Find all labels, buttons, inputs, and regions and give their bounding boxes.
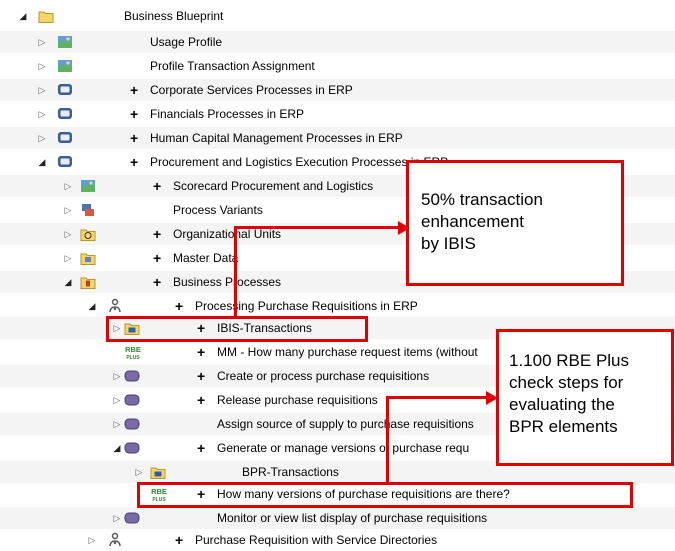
tree-row[interactable]: ▷ Profile Transaction Assignment <box>0 55 675 77</box>
tree-row-label: Scorecard Procurement and Logistics <box>173 179 374 193</box>
tree-row-label: Release purchase requisitions <box>217 393 378 407</box>
expand-arrow-icon[interactable]: ▷ <box>112 418 122 430</box>
svg-text:RBE: RBE <box>125 345 141 354</box>
folder-icon <box>38 8 54 24</box>
variants-icon <box>80 202 96 218</box>
plus-marker-icon: + <box>197 440 206 456</box>
tree-row-label: Procurement and Logistics Execution Proc… <box>150 155 449 169</box>
ibis-transactions-highlight <box>106 316 368 342</box>
plus-marker-icon: + <box>153 274 162 290</box>
tree-row-label: Process Variants <box>173 203 263 217</box>
tree-row-label: Assign source of supply to purchase requ… <box>217 417 474 431</box>
process-icon <box>107 298 123 314</box>
tree-row[interactable]: ▷ + Financials Processes in ERP <box>0 103 675 125</box>
svg-text:PLUS: PLUS <box>126 355 140 360</box>
expand-arrow-icon[interactable]: ▷ <box>37 132 47 144</box>
step-icon <box>124 510 140 526</box>
tree-row[interactable]: ▷ + Corporate Services Processes in ERP <box>0 79 675 101</box>
expand-arrow-icon[interactable]: ▷ <box>112 394 122 406</box>
tree-row[interactable]: ◢ Business Blueprint <box>0 5 675 27</box>
process-icon <box>107 532 123 548</box>
tree-row-label: Business Blueprint <box>124 9 224 23</box>
tree-row[interactable]: ◢ + Processing Purchase Requisitions in ER… <box>0 295 675 317</box>
tree-row-label: Generate or manage versions of purchase … <box>217 441 470 455</box>
expand-arrow-icon[interactable]: ▷ <box>63 252 73 264</box>
collapse-arrow-icon[interactable]: ◢ <box>63 276 73 288</box>
step-icon <box>124 368 140 384</box>
monitor-icon <box>57 106 73 122</box>
expand-arrow-icon[interactable]: ▷ <box>134 466 144 478</box>
expand-arrow-icon[interactable]: ▷ <box>112 512 122 524</box>
ibis-connector-horizontal <box>234 226 406 229</box>
tree-row-label: Corporate Services Processes in ERP <box>150 83 353 97</box>
ibis-connector-vertical <box>234 228 237 318</box>
plus-marker-icon: + <box>153 226 162 242</box>
tree-row-label: Profile Transaction Assignment <box>150 59 315 73</box>
expand-arrow-icon[interactable]: ▷ <box>63 228 73 240</box>
plus-marker-icon: + <box>175 298 184 314</box>
tree-row-label: Usage Profile <box>150 35 223 49</box>
rbe-plus-icon: RBE PLUS <box>124 344 141 361</box>
expand-arrow-icon[interactable]: ▷ <box>37 36 47 48</box>
collapse-arrow-icon[interactable]: ◢ <box>112 442 122 454</box>
step-icon <box>124 392 140 408</box>
tree-row-label: MM - How many purchase request items (wi… <box>217 345 478 359</box>
tree-row-label: Purchase Requisition with Service Direct… <box>195 533 438 547</box>
tree-row-label: Business Processes <box>173 275 282 289</box>
plus-marker-icon: + <box>197 344 206 360</box>
step-icon <box>124 416 140 432</box>
plus-marker-icon: + <box>130 130 139 146</box>
plus-marker-icon: + <box>197 392 206 408</box>
monitor-icon <box>57 154 73 170</box>
rbe-connector-vertical <box>386 398 389 484</box>
rbe-connector-horizontal <box>386 396 494 399</box>
org-units-icon <box>80 226 96 242</box>
step-icon <box>124 440 140 456</box>
expand-arrow-icon[interactable]: ▷ <box>112 370 122 382</box>
folder-transactions-icon <box>150 464 166 480</box>
plus-marker-icon: + <box>153 178 162 194</box>
expand-arrow-icon[interactable]: ▷ <box>63 180 73 192</box>
monitor-icon <box>57 82 73 98</box>
plus-marker-icon: + <box>175 532 184 548</box>
expand-arrow-icon[interactable]: ▷ <box>37 84 47 96</box>
collapse-arrow-icon[interactable]: ◢ <box>87 300 97 312</box>
map-icon <box>80 178 96 194</box>
monitor-icon <box>57 130 73 146</box>
expand-arrow-icon[interactable]: ▷ <box>37 108 47 120</box>
expand-arrow-icon[interactable]: ▷ <box>87 534 97 546</box>
tree-row-label: Processing Purchase Requisitions in ERP <box>195 299 418 313</box>
plus-marker-icon: + <box>197 368 206 384</box>
tree-row-label: Human Capital Management Processes in ER… <box>150 131 403 145</box>
rbe-callout: 1.100 RBE Plus check steps for evaluatin… <box>496 329 674 466</box>
tree-row-label: Financials Processes in ERP <box>150 107 305 121</box>
expand-arrow-icon[interactable]: ▷ <box>63 204 73 216</box>
tree-row[interactable]: ▷ + Purchase Requisition with Service Dire… <box>0 529 675 551</box>
business-processes-icon <box>80 274 96 290</box>
ibis-callout: 50% transaction enhancement by IBIS <box>406 160 624 286</box>
plus-marker-icon: + <box>130 154 139 170</box>
map-icon <box>57 58 73 74</box>
plus-marker-icon: + <box>153 250 162 266</box>
collapse-arrow-icon[interactable]: ◢ <box>18 10 28 22</box>
tree-row[interactable]: ▷ Usage Profile <box>0 31 675 53</box>
tree-row[interactable]: ▷ Monitor or view list display of purchas… <box>0 507 675 529</box>
map-icon <box>57 34 73 50</box>
expand-arrow-icon[interactable]: ▷ <box>37 60 47 72</box>
tree-row[interactable]: ▷ + Human Capital Management Processes in … <box>0 127 675 149</box>
master-data-icon <box>80 250 96 266</box>
collapse-arrow-icon[interactable]: ◢ <box>37 156 47 168</box>
tree-row-label: Monitor or view list display of purchase… <box>217 511 488 525</box>
tree-row-label: Master Data <box>173 251 239 265</box>
plus-marker-icon: + <box>130 82 139 98</box>
tree-row-label: BPR-Transactions <box>242 465 339 479</box>
tree-row-label: Create or process purchase requisitions <box>217 369 430 383</box>
rbe-question-highlight <box>137 482 633 508</box>
plus-marker-icon: + <box>130 106 139 122</box>
